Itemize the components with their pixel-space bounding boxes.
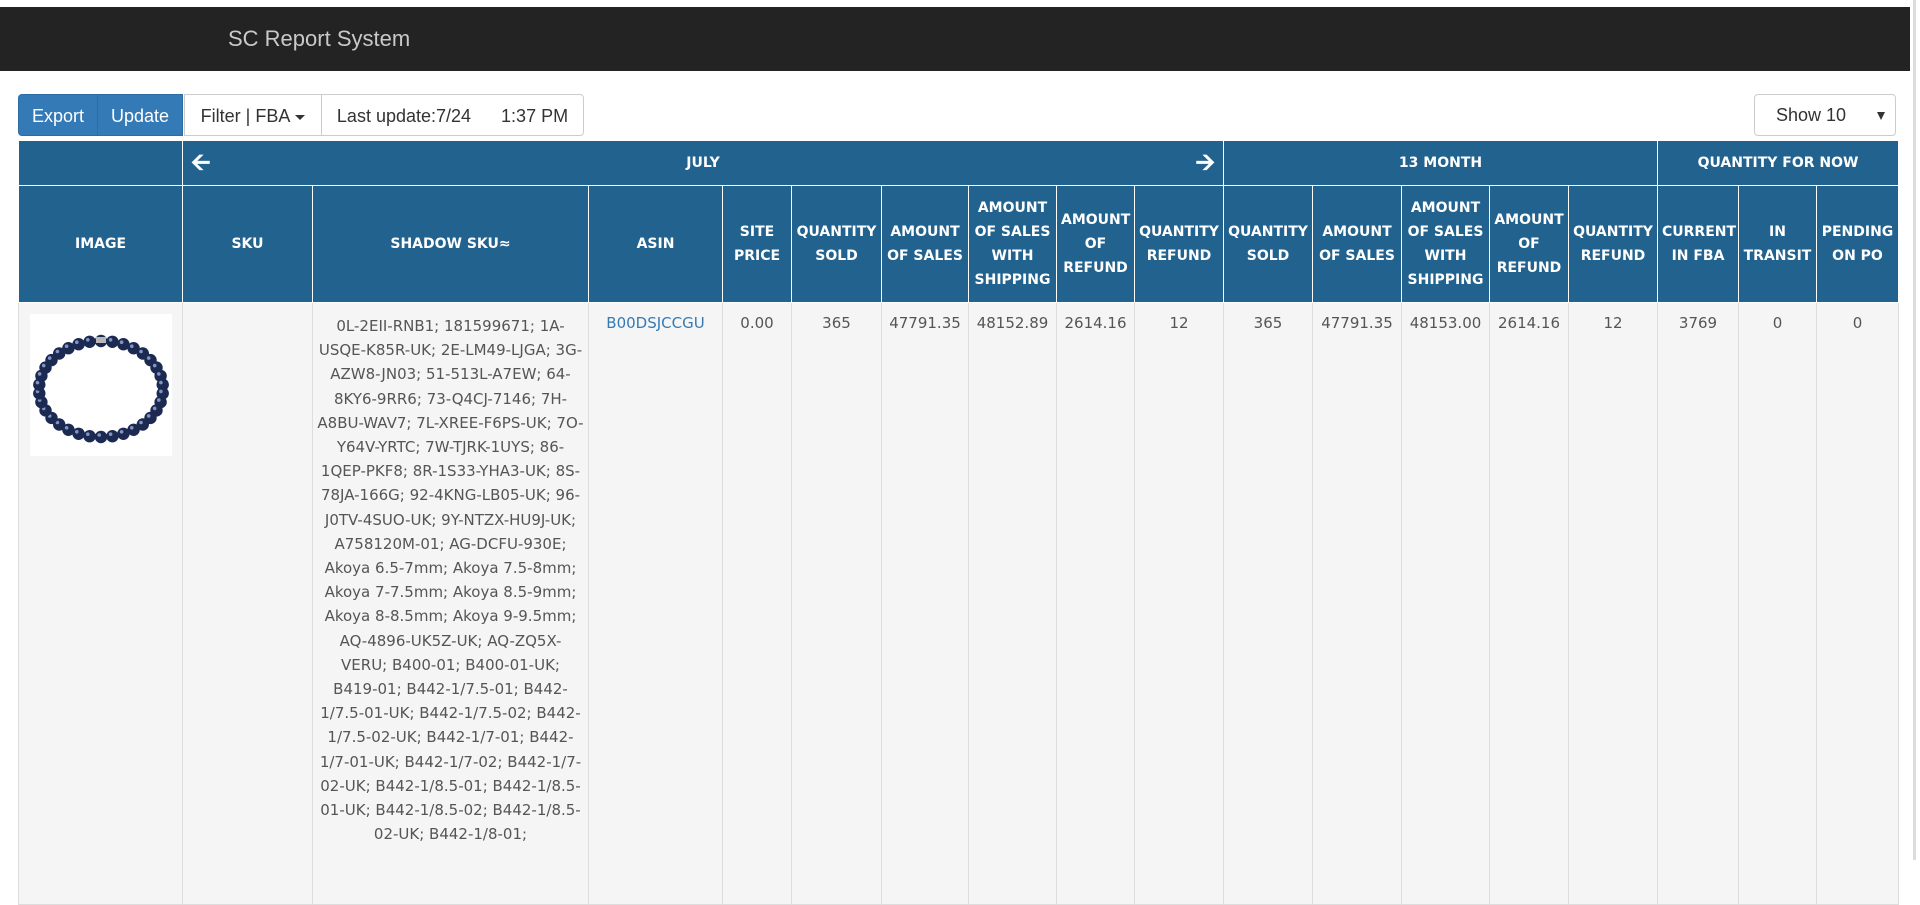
year-amount-refund-cell: 2614.16 xyxy=(1489,302,1569,905)
sku-cell xyxy=(182,302,313,905)
pearl-bead xyxy=(94,430,107,444)
navbar: SC Report System xyxy=(0,7,1910,71)
top-strip xyxy=(0,0,1920,7)
pearl-highlight xyxy=(156,372,161,376)
export-button[interactable]: Export xyxy=(18,94,98,136)
arrow-right-icon[interactable]: 🡪 xyxy=(1196,150,1216,174)
table-row: 0L-2EII-RNB1; 181599671; 1A-USQE-K85R-UK… xyxy=(18,302,1900,905)
month-group-header: 🡨 JULY 🡪 xyxy=(182,140,1224,186)
report-table: 🡨 JULY 🡪 13 MONTH QUANTITY FOR NOW IMAGE… xyxy=(18,140,1900,905)
pearl-highlight xyxy=(74,340,79,344)
col-month-amount-sales[interactable]: AMOUNT OF SALES xyxy=(881,185,969,303)
filter-dropdown[interactable]: Filter | FBA xyxy=(184,94,322,136)
product-image[interactable] xyxy=(29,314,172,456)
col-image[interactable]: IMAGE xyxy=(18,185,183,303)
pearl-highlight xyxy=(74,430,79,434)
pearl-highlight xyxy=(55,349,59,354)
col-site-price[interactable]: SITE PRICE xyxy=(722,185,792,303)
pearl-highlight xyxy=(146,356,150,360)
month-quantity-refund-cell: 12 xyxy=(1134,302,1224,905)
pearl-highlight xyxy=(64,344,68,348)
col-shadow-skus[interactable]: SHADOW SKU≈ xyxy=(312,185,589,303)
in-transit-cell: 0 xyxy=(1738,302,1817,905)
pearl-bead xyxy=(105,335,119,348)
page-size-select[interactable]: Show 10 xyxy=(1754,94,1896,136)
pearl-highlight xyxy=(119,430,123,434)
pearl-highlight xyxy=(108,338,112,342)
pearl-highlight xyxy=(138,349,143,354)
col-current-fba[interactable]: CURRENT IN FBA xyxy=(1657,185,1739,303)
last-update-label: Last update:7/24 1:37 PM xyxy=(321,94,584,136)
thirteen-month-group-header: 13 MONTH xyxy=(1223,140,1658,186)
necklace-clasp xyxy=(95,337,106,343)
month-amount-sales-shipping-cell: 48152.89 xyxy=(968,302,1057,905)
pearl-highlight xyxy=(96,433,101,437)
col-year-quantity-refund[interactable]: QUANTITY REFUND xyxy=(1568,185,1658,303)
arrow-left-icon[interactable]: 🡨 xyxy=(191,150,211,174)
year-quantity-sold-cell: 365 xyxy=(1223,302,1313,905)
col-year-amount-sales[interactable]: AMOUNT OF SALES xyxy=(1312,185,1402,303)
pearl-bead xyxy=(82,335,96,348)
col-year-amount-refund[interactable]: AMOUNT OF REFUND xyxy=(1489,185,1569,303)
pearl-highlight xyxy=(129,344,134,348)
pearl-highlight xyxy=(152,363,156,368)
pearl-highlight xyxy=(138,420,143,425)
pearl-bead xyxy=(105,430,119,443)
pearl-necklace-image xyxy=(32,334,169,444)
group-empty xyxy=(18,140,183,186)
year-quantity-refund-cell: 12 xyxy=(1568,302,1658,905)
pearl-highlight xyxy=(64,426,68,430)
shadow-skus-cell: 0L-2EII-RNB1; 181599671; 1A-USQE-K85R-UK… xyxy=(312,302,589,905)
select-arrow-icon xyxy=(1877,112,1885,120)
current-fba-cell: 3769 xyxy=(1657,302,1739,905)
caret-down-icon xyxy=(295,114,306,120)
col-asin[interactable]: ASIN xyxy=(588,185,723,303)
pearl-highlight xyxy=(41,363,45,368)
col-month-quantity-refund[interactable]: QUANTITY REFUND xyxy=(1134,185,1224,303)
pearl-highlight xyxy=(119,340,123,344)
pearl-highlight xyxy=(146,414,150,418)
col-month-quantity-sold[interactable]: QUANTITY SOLD xyxy=(791,185,882,303)
pearl-highlight xyxy=(152,406,156,411)
col-year-amount-sales-shipping[interactable]: AMOUNT OF SALES WITH SHIPPING xyxy=(1401,185,1490,303)
pearl-highlight xyxy=(158,380,163,385)
pearl-highlight xyxy=(158,389,163,394)
product-image-cell xyxy=(18,302,183,905)
pending-po-cell: 0 xyxy=(1815,302,1900,905)
asin-cell: B00DSJCCGU xyxy=(588,302,723,905)
table-column-header: IMAGE SKU SHADOW SKU≈ ASIN SITE PRICE QU… xyxy=(18,185,1900,303)
asin-link[interactable]: B00DSJCCGU xyxy=(606,314,704,332)
pearl-bead xyxy=(116,427,130,440)
update-button[interactable]: Update xyxy=(97,94,183,136)
quantity-now-group-header: QUANTITY FOR NOW xyxy=(1656,140,1900,186)
col-month-amount-refund[interactable]: AMOUNT OF REFUND xyxy=(1056,185,1135,303)
year-amount-sales-cell: 47791.35 xyxy=(1312,302,1402,905)
month-amount-refund-cell: 2614.16 xyxy=(1056,302,1135,905)
pearl-highlight xyxy=(47,356,51,360)
pearl-bead xyxy=(82,430,96,443)
pearl-highlight xyxy=(156,398,161,402)
pearl-highlight xyxy=(108,432,112,436)
pearl-highlight xyxy=(85,432,90,436)
pearl-highlight xyxy=(37,372,41,376)
col-in-transit[interactable]: IN TRANSIT xyxy=(1738,185,1817,303)
col-sku[interactable]: SKU xyxy=(182,185,313,303)
pearl-highlight xyxy=(85,338,90,342)
page-size-value: Show 10 xyxy=(1776,105,1847,125)
year-amount-sales-shipping-cell: 48153.00 xyxy=(1401,302,1490,905)
filter-label: Filter | FBA xyxy=(200,106,291,126)
month-amount-sales-cell: 47791.35 xyxy=(881,302,969,905)
pearl-highlight xyxy=(129,426,134,430)
pearl-bead xyxy=(71,338,85,351)
table-group-header: 🡨 JULY 🡪 13 MONTH QUANTITY FOR NOW xyxy=(18,140,1900,186)
scrollbar-edge xyxy=(1913,0,1916,860)
col-month-amount-sales-shipping[interactable]: AMOUNT OF SALES WITH SHIPPING xyxy=(968,185,1057,303)
app-title[interactable]: SC Report System xyxy=(228,26,410,52)
month-label: JULY xyxy=(686,155,720,171)
col-pending-po[interactable]: PENDING ON PO xyxy=(1815,185,1900,303)
site-price-cell: 0.00 xyxy=(722,302,792,905)
month-quantity-sold-cell: 365 xyxy=(791,302,882,905)
col-year-quantity-sold[interactable]: QUANTITY SOLD xyxy=(1223,185,1313,303)
